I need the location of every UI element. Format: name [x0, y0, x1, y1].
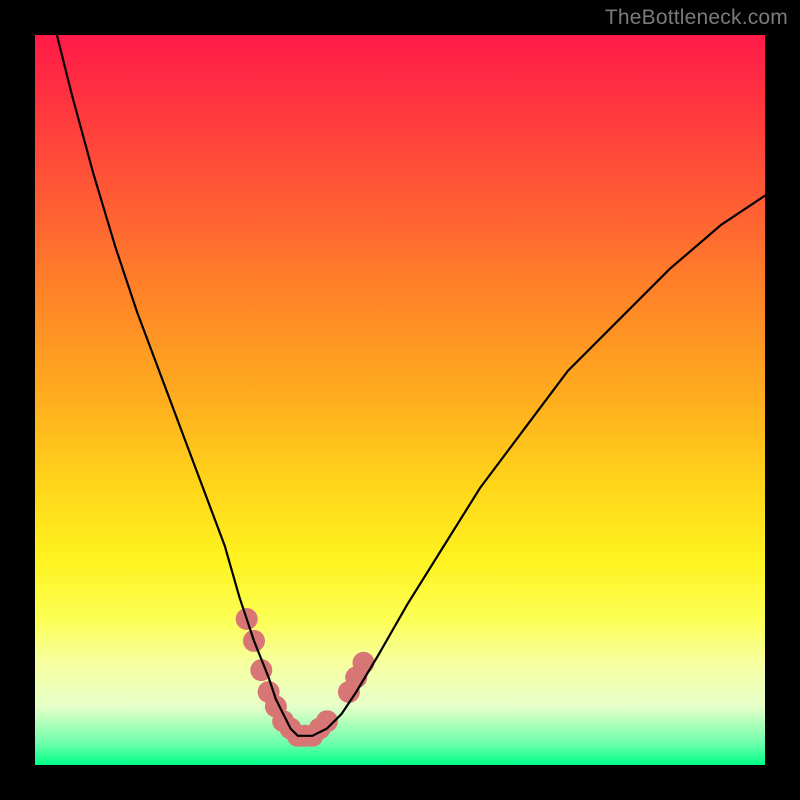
- plot-area: [35, 35, 765, 765]
- curve-svg: [35, 35, 765, 765]
- marker-point: [353, 652, 375, 674]
- marker-group: [236, 608, 375, 747]
- watermark-text: TheBottleneck.com: [605, 6, 788, 30]
- chart-container: TheBottleneck.com: [0, 0, 800, 800]
- bottleneck-curve: [57, 35, 765, 736]
